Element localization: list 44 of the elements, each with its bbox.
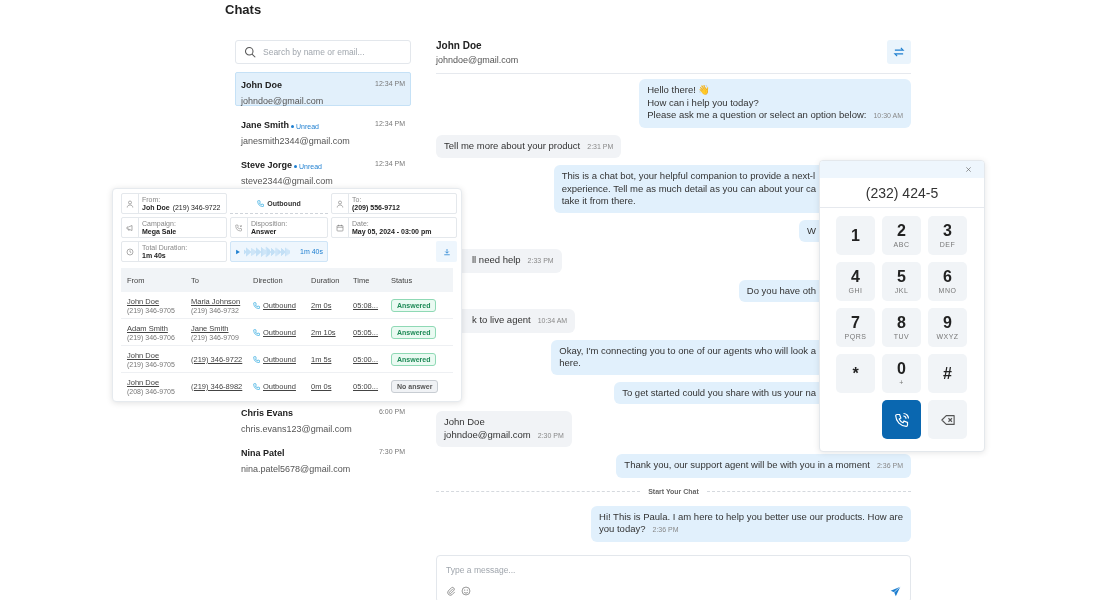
search-input[interactable]: Search by name or email... [263,42,402,62]
page-title: Chats [225,2,262,18]
contact-name: John Doe [436,40,483,51]
backspace-button[interactable] [928,400,967,439]
contact-email: chris.evans123@gmail.com [241,424,352,434]
call-button[interactable] [882,400,921,439]
send-icon[interactable] [890,585,901,597]
user-icon [336,199,344,208]
phone-icon [893,411,910,428]
dial-key[interactable]: 1 [836,216,875,255]
paperclip-icon[interactable] [446,586,456,596]
swap-icon [893,46,905,58]
phone-icon [253,301,260,309]
smiley-icon[interactable] [461,586,471,596]
user-icon [126,199,134,208]
phone-icon [253,328,260,336]
search-icon [244,46,256,58]
contact-email: janesmith2344@gmail.com [241,136,350,146]
dial-key[interactable]: # [928,354,967,393]
swap-button[interactable] [887,40,911,64]
contact-name: Nina Patel [241,448,285,458]
play-icon[interactable] [235,248,241,255]
clock-icon [126,247,134,256]
contact-name: Steve Jorge [241,160,293,170]
phone-icon [257,199,265,207]
contact-email: johndoe@gmail.com [241,96,324,106]
phone-icon [253,355,260,363]
phone-icon [235,223,243,232]
contact-email: johndoe@gmail.com [436,55,519,65]
backspace-icon [940,412,955,427]
megaphone-icon [126,223,134,232]
close-button[interactable] [965,166,972,173]
search-field[interactable]: Search by name or email... [235,40,411,64]
calendar-icon [336,223,344,232]
contact-name: John Doe [241,80,282,90]
contact-email: steve2344@gmail.com [241,176,333,186]
contact-name: Chris Evans [241,408,294,418]
phone-icon [253,382,260,390]
contact-email: nina.patel5678@gmail.com [241,464,351,474]
dial-key[interactable]: * [836,354,875,393]
contact-name: Jane Smith [241,120,289,130]
download-icon [442,247,451,256]
download-button[interactable] [436,241,457,262]
close-icon [965,166,972,173]
